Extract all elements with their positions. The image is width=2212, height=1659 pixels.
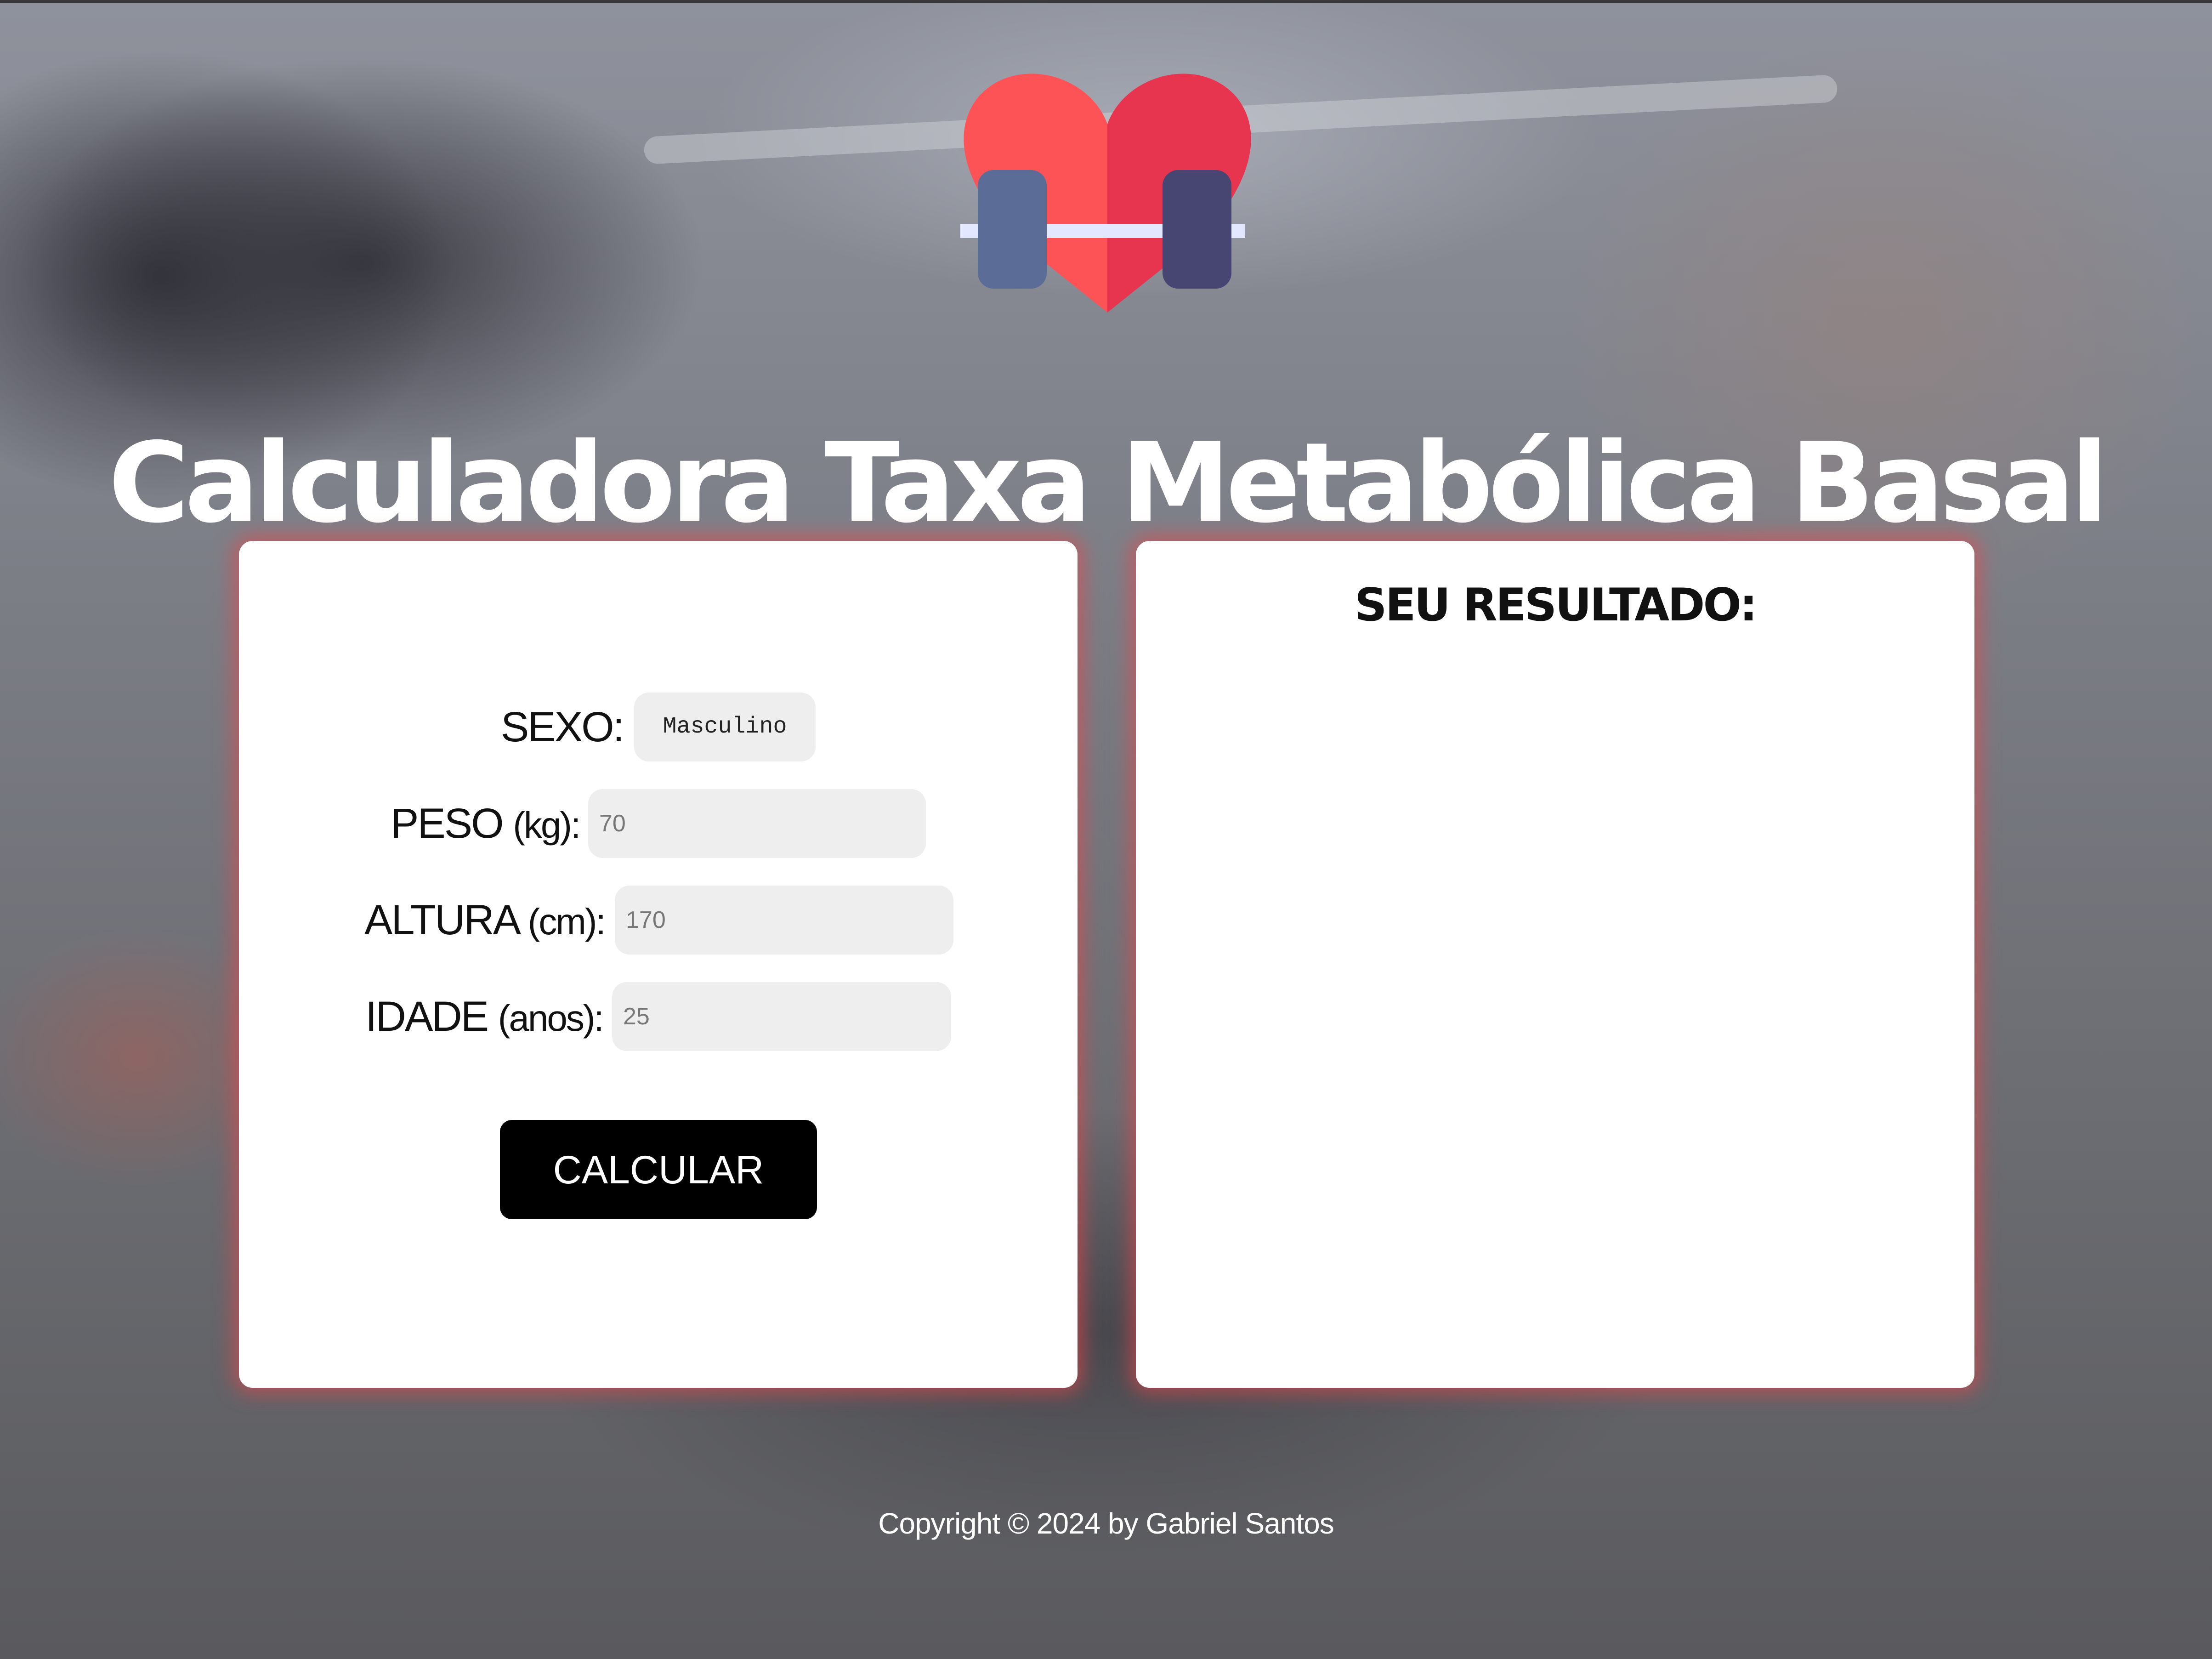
idade-unit: (anos): [498, 998, 604, 1039]
idade-label: IDADE (anos): [365, 982, 604, 1051]
idade-input[interactable] [612, 982, 951, 1051]
top-border [0, 0, 2212, 3]
dumbbell-weight-right [1163, 170, 1231, 289]
peso-input[interactable] [588, 789, 926, 858]
result-title: SEU RESULTADO: [1355, 579, 1758, 631]
peso-label-text: PESO [391, 800, 504, 847]
copyright-footer: Copyright © 2024 by Gabriel Santos [878, 1507, 1334, 1540]
heart-dumbbell-icon [960, 74, 1251, 312]
altura-label: ALTURA (cm): [364, 886, 606, 954]
idade-row: IDADE (anos): [239, 982, 1078, 1051]
peso-row: PESO (kg): [239, 789, 1078, 858]
peso-label: PESO (kg): [391, 789, 581, 858]
form-card: SEXO: Masculino PESO (kg): ALTURA (cm): … [239, 541, 1078, 1388]
peso-unit: (kg): [513, 805, 581, 846]
altura-label-text: ALTURA [364, 897, 519, 943]
calcular-button[interactable]: CALCULAR [500, 1120, 817, 1219]
sexo-label: SEXO: [501, 704, 624, 750]
altura-unit: (cm): [527, 901, 606, 942]
page-title: Calculadora Taxa Metabólica Basal [108, 418, 2109, 547]
altura-row: ALTURA (cm): [239, 886, 1078, 954]
sexo-select[interactable]: Masculino [634, 693, 816, 761]
background-weight-plate [18, 55, 708, 469]
sexo-row: SEXO: Masculino [239, 693, 1078, 761]
dumbbell-weight-left [978, 170, 1047, 289]
idade-label-text: IDADE [365, 993, 489, 1040]
result-card: SEU RESULTADO: [1136, 541, 1974, 1388]
altura-input[interactable] [615, 886, 953, 954]
result-content [1173, 660, 1938, 1350]
